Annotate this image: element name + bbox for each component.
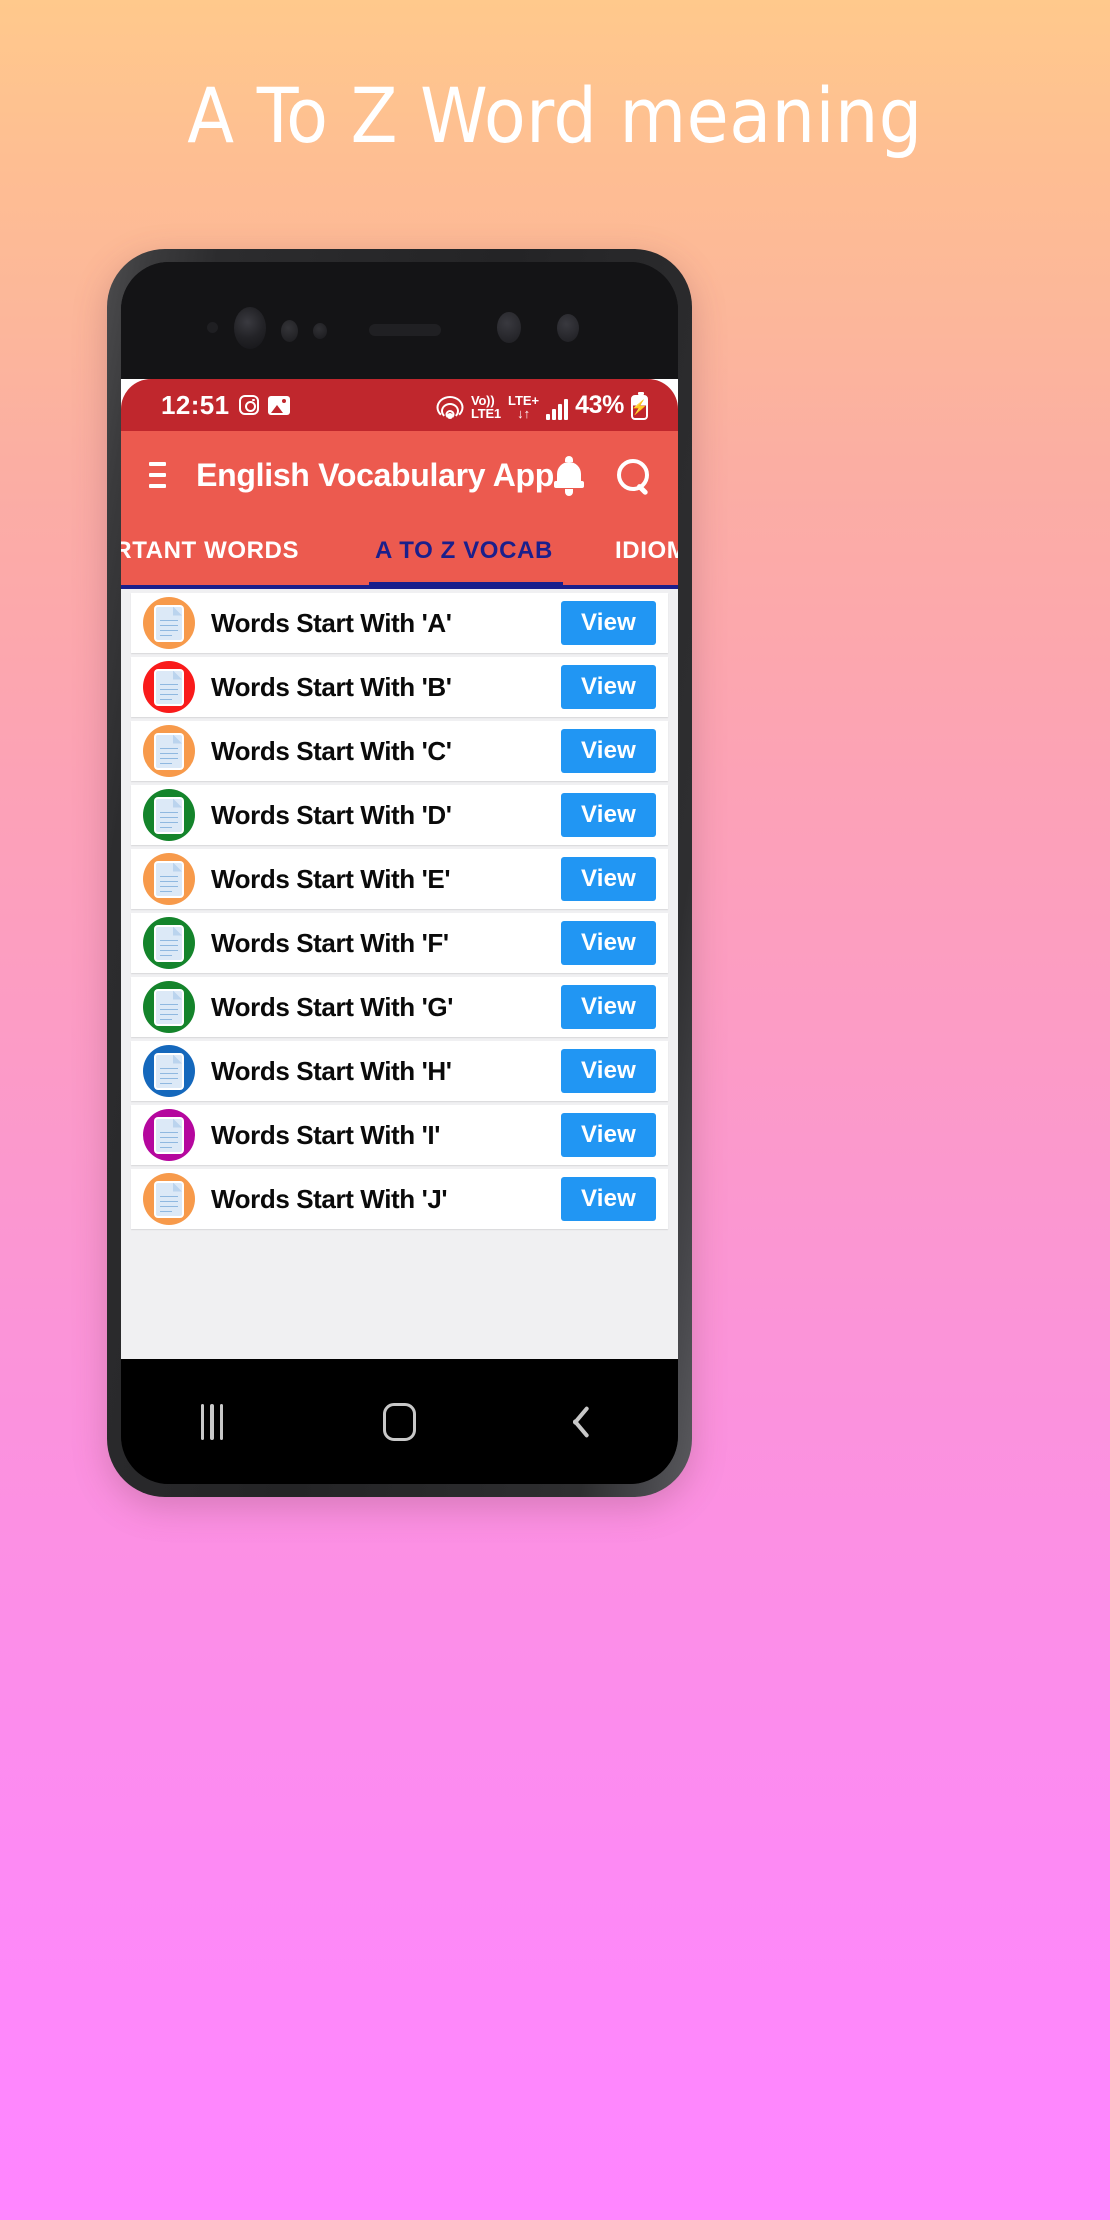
lte-line-1: LTE+ (507, 392, 540, 408)
list-item-label: Words Start With 'B' (211, 671, 452, 702)
list-item[interactable]: Words Start With 'F' View (131, 913, 668, 973)
tab-idioms-and-phrases[interactable]: IDIOMS & PHRAS (615, 537, 678, 565)
status-bar: 12:51 Vo)) LTE1 LTE+ ↓↑ 43% ⚡ (121, 379, 678, 431)
list-item-label: Words Start With 'H' (211, 1055, 452, 1086)
list-item[interactable]: Words Start With 'E' View (131, 849, 668, 909)
view-button[interactable]: View (560, 1049, 656, 1093)
list-item-label: Words Start With 'E' (211, 863, 451, 894)
app-screen: 12:51 Vo)) LTE1 LTE+ ↓↑ 43% ⚡ English Vo… (121, 379, 678, 1359)
list-item[interactable]: Words Start With 'B' View (131, 657, 668, 717)
view-button[interactable]: View (560, 857, 656, 901)
hotspot-icon (436, 395, 464, 420)
document-icon (143, 1045, 195, 1097)
home-icon[interactable] (383, 1402, 417, 1441)
earpiece-speaker (369, 324, 441, 336)
document-glyph (156, 990, 182, 1024)
battery-charging-icon: ⚡ (631, 391, 648, 420)
view-button[interactable]: View (560, 601, 656, 645)
app-bar: English Vocabulary App (121, 431, 678, 519)
document-icon (143, 853, 195, 905)
app-bar-title: English Vocabulary App (196, 456, 554, 493)
search-icon[interactable] (616, 458, 650, 492)
volte-line-1: Vo)) (470, 392, 495, 408)
sensor-dot-icon (207, 322, 218, 333)
status-time: 12:51 (161, 389, 230, 420)
document-icon (143, 1173, 195, 1225)
signal-bars-icon (546, 398, 569, 420)
front-camera-icon (234, 307, 266, 349)
phone-frame: 12:51 Vo)) LTE1 LTE+ ↓↑ 43% ⚡ English Vo… (107, 249, 692, 1497)
tab-bar: ORTANT WORDS A TO Z VOCAB IDIOMS & PHRAS (121, 519, 678, 589)
hamburger-menu-icon[interactable] (149, 462, 167, 488)
list-item[interactable]: Words Start With 'C' View (131, 721, 668, 781)
document-icon (143, 597, 195, 649)
light-sensor-icon (313, 323, 327, 339)
android-nav-bar (121, 1359, 678, 1484)
document-glyph (156, 1118, 182, 1152)
app-bar-actions (554, 456, 650, 496)
list-item-label: Words Start With 'D' (211, 799, 452, 830)
status-bar-right: Vo)) LTE1 LTE+ ↓↑ 43% ⚡ (436, 391, 648, 420)
view-button[interactable]: View (560, 793, 656, 837)
document-glyph (156, 606, 182, 640)
proximity-sensor-icon (281, 320, 298, 342)
word-list[interactable]: Words Start With 'A' View Words Start With… (121, 589, 678, 1359)
lte-indicator: LTE+ ↓↑ (508, 394, 539, 420)
phone-top-bezel (121, 262, 678, 383)
lte-line-2: ↓↑ (517, 405, 531, 421)
list-item-label: Words Start With 'I' (211, 1119, 440, 1150)
iris-sensor-icon (497, 312, 521, 343)
view-button[interactable]: View (560, 1113, 656, 1157)
list-item[interactable]: Words Start With 'A' View (131, 593, 668, 653)
volte-indicator: Vo)) LTE1 (471, 394, 501, 420)
phone-screen-area: 12:51 Vo)) LTE1 LTE+ ↓↑ 43% ⚡ English Vo… (121, 262, 678, 1484)
list-item-label: Words Start With 'C' (211, 735, 452, 766)
document-glyph (156, 670, 182, 704)
battery-percent: 43% (575, 390, 624, 419)
status-bar-left: 12:51 (161, 390, 290, 421)
list-item[interactable]: Words Start With 'J' View (131, 1169, 668, 1229)
document-icon (143, 981, 195, 1033)
back-icon[interactable] (576, 1404, 598, 1440)
view-button[interactable]: View (560, 985, 656, 1029)
tab-important-words[interactable]: ORTANT WORDS (121, 537, 299, 565)
list-item[interactable]: Words Start With 'I' View (131, 1105, 668, 1165)
document-glyph (156, 862, 182, 896)
document-glyph (156, 798, 182, 832)
recents-icon[interactable] (200, 1403, 224, 1440)
list-item-label: Words Start With 'J' (211, 1183, 448, 1214)
document-glyph (156, 926, 182, 960)
view-button[interactable]: View (560, 665, 656, 709)
view-button[interactable]: View (560, 729, 656, 773)
view-button[interactable]: View (560, 921, 656, 965)
list-item-label: Words Start With 'A' (211, 607, 452, 638)
photos-icon (267, 395, 290, 415)
list-item[interactable]: Words Start With 'H' View (131, 1041, 668, 1101)
list-item-label: Words Start With 'F' (211, 927, 449, 958)
page-title: A To Z Word meaning (187, 71, 923, 160)
document-icon (143, 725, 195, 777)
notification-bell-icon[interactable] (554, 456, 584, 496)
tab-active-indicator (369, 582, 563, 589)
view-button[interactable]: View (560, 1177, 656, 1221)
instagram-icon (238, 395, 259, 415)
secondary-camera-icon (557, 314, 579, 342)
document-icon (143, 661, 195, 713)
document-icon (143, 1109, 195, 1161)
volte-line-2: LTE1 (470, 405, 501, 421)
list-item[interactable]: Words Start With 'G' View (131, 977, 668, 1037)
document-glyph (156, 1054, 182, 1088)
document-glyph (156, 1182, 182, 1216)
list-item-label: Words Start With 'G' (211, 991, 453, 1022)
document-icon (143, 917, 195, 969)
list-item[interactable]: Words Start With 'D' View (131, 785, 668, 845)
document-glyph (156, 734, 182, 768)
document-icon (143, 789, 195, 841)
tab-a-to-z-vocab[interactable]: A TO Z VOCAB (375, 537, 553, 565)
